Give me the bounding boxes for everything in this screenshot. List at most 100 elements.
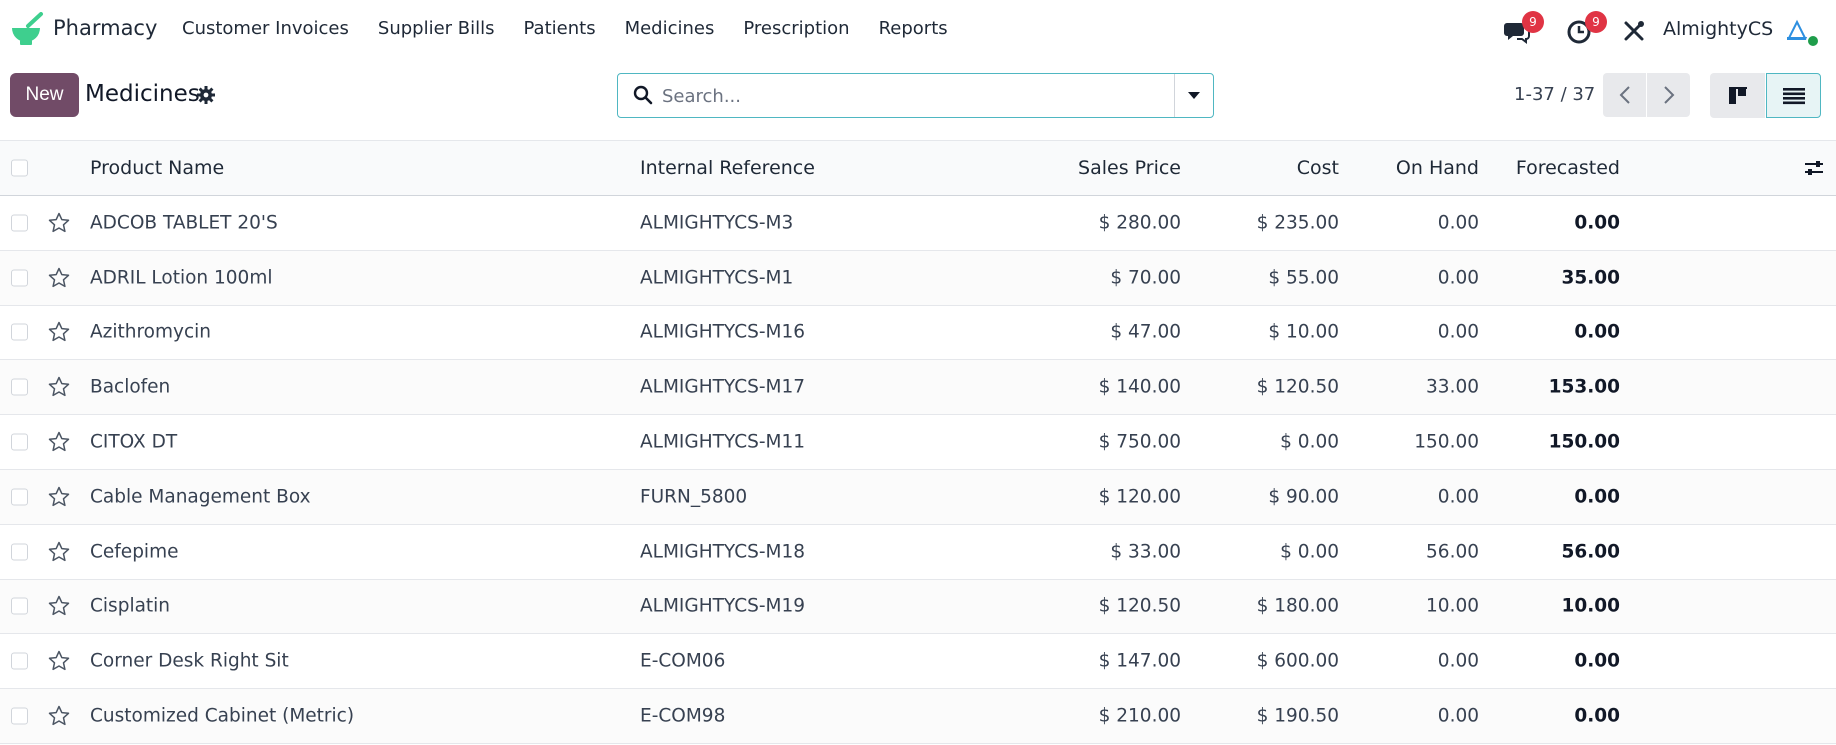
- page-title: Medicines: [85, 81, 200, 107]
- row-checkbox[interactable]: [11, 378, 28, 396]
- chevron-right-icon: [1663, 86, 1674, 104]
- cell-internal-reference: FURN_5800: [640, 486, 748, 508]
- cell-sales-price: $ 210.00: [1098, 705, 1181, 727]
- cell-forecasted: 0.00: [1574, 650, 1620, 672]
- search-input[interactable]: [662, 82, 1182, 110]
- cell-cost: $ 190.50: [1256, 705, 1339, 727]
- messages-button[interactable]: 9: [1503, 11, 1544, 48]
- cell-internal-reference: ALMIGHTYCS-M3: [640, 212, 794, 234]
- table-body: ADCOB TABLET 20'S ALMIGHTYCS-M3 $ 280.00 $ …: [0, 196, 1836, 744]
- cell-on-hand: 56.00: [1426, 541, 1479, 563]
- menu-supplier-bills[interactable]: Supplier Bills: [378, 18, 495, 39]
- activities-button[interactable]: 9: [1566, 11, 1607, 48]
- favorite-star-icon[interactable]: [47, 594, 71, 618]
- table-row[interactable]: Cefepime ALMIGHTYCS-M18 $ 33.00 $ 0.00 56.00…: [0, 524, 1836, 580]
- cell-forecasted: 35.00: [1561, 267, 1620, 289]
- activities-count-badge: 9: [1585, 11, 1607, 33]
- row-checkbox[interactable]: [11, 269, 28, 287]
- cell-internal-reference: ALMIGHTYCS-M16: [640, 321, 806, 343]
- favorite-star-icon[interactable]: [47, 266, 71, 290]
- kanban-view-button[interactable]: [1710, 73, 1765, 118]
- debug-tools-button[interactable]: [1622, 14, 1652, 48]
- table-row[interactable]: Azithromycin ALMIGHTYCS-M16 $ 47.00 $ 10.00…: [0, 305, 1836, 361]
- gear-icon[interactable]: [197, 86, 215, 104]
- column-header-sales-price[interactable]: Sales Price: [1078, 157, 1181, 179]
- tools-icon: [1624, 21, 1644, 41]
- cell-on-hand: 10.00: [1426, 595, 1479, 617]
- row-checkbox[interactable]: [11, 433, 28, 451]
- cell-on-hand: 150.00: [1414, 431, 1479, 453]
- row-checkbox[interactable]: [11, 707, 28, 725]
- pager-previous-button[interactable]: [1603, 73, 1646, 117]
- column-header-forecasted[interactable]: Forecasted: [1516, 157, 1620, 179]
- favorite-star-icon[interactable]: [47, 485, 71, 509]
- cell-cost: $ 90.00: [1268, 486, 1339, 508]
- cell-on-hand: 0.00: [1437, 486, 1479, 508]
- cell-sales-price: $ 70.00: [1110, 267, 1181, 289]
- pharmacy-mortar-icon[interactable]: [8, 12, 44, 48]
- cell-on-hand: 0.00: [1437, 705, 1479, 727]
- chevron-left-icon: [1619, 86, 1630, 104]
- optional-columns-icon[interactable]: [1802, 156, 1826, 180]
- row-checkbox[interactable]: [11, 214, 28, 232]
- menu-reports[interactable]: Reports: [879, 18, 948, 39]
- column-header-cost[interactable]: Cost: [1297, 157, 1339, 179]
- cell-internal-reference: ALMIGHTYCS-M18: [640, 541, 806, 563]
- favorite-star-icon[interactable]: [47, 649, 71, 673]
- favorite-star-icon[interactable]: [47, 704, 71, 728]
- new-button[interactable]: New: [10, 73, 79, 117]
- cell-forecasted: 0.00: [1574, 321, 1620, 343]
- caret-down-icon: [1188, 91, 1200, 99]
- row-checkbox[interactable]: [11, 543, 28, 561]
- cell-cost: $ 180.00: [1256, 595, 1339, 617]
- cell-forecasted: 153.00: [1548, 376, 1620, 398]
- table-row[interactable]: Cable Management Box FURN_5800 $ 120.00 $ 9…: [0, 469, 1836, 525]
- menu-patients[interactable]: Patients: [524, 18, 596, 39]
- row-checkbox[interactable]: [11, 323, 28, 341]
- column-header-internal-reference[interactable]: Internal Reference: [640, 157, 815, 179]
- cell-forecasted: 10.00: [1561, 595, 1620, 617]
- table-row[interactable]: ADCOB TABLET 20'S ALMIGHTYCS-M3 $ 280.00 $ …: [0, 196, 1836, 251]
- cell-product-name: Cisplatin: [90, 595, 171, 617]
- cell-internal-reference: E-COM98: [640, 705, 726, 727]
- favorite-star-icon[interactable]: [47, 430, 71, 454]
- cell-forecasted: 0.00: [1574, 705, 1620, 727]
- cell-on-hand: 0.00: [1437, 321, 1479, 343]
- cell-cost: $ 600.00: [1256, 650, 1339, 672]
- cell-on-hand: 0.00: [1437, 650, 1479, 672]
- table-row[interactable]: ADRIL Lotion 100ml ALMIGHTYCS-M1 $ 70.00 $ …: [0, 250, 1836, 306]
- table-row[interactable]: Cisplatin ALMIGHTYCS-M19 $ 120.50 $ 180.00 1…: [0, 579, 1836, 635]
- app-name[interactable]: Pharmacy: [53, 16, 157, 40]
- favorite-star-icon[interactable]: [47, 375, 71, 399]
- cell-forecasted: 0.00: [1574, 212, 1620, 234]
- column-header-on-hand[interactable]: On Hand: [1396, 157, 1479, 179]
- list-view-button[interactable]: [1766, 73, 1821, 118]
- cell-internal-reference: E-COM06: [640, 650, 726, 672]
- cell-product-name: Cefepime: [90, 541, 179, 563]
- table-row[interactable]: Customized Cabinet (Metric) E-COM98 $ 210.…: [0, 689, 1836, 744]
- menu-customer-invoices[interactable]: Customer Invoices: [182, 18, 349, 39]
- table-row[interactable]: Corner Desk Right Sit E-COM06 $ 147.00 $ 60…: [0, 634, 1836, 690]
- cell-on-hand: 0.00: [1437, 212, 1479, 234]
- cell-cost: $ 55.00: [1268, 267, 1339, 289]
- menu-prescription[interactable]: Prescription: [743, 18, 849, 39]
- company-switcher[interactable]: AlmightyCS: [1663, 18, 1773, 40]
- favorite-star-icon[interactable]: [47, 211, 71, 235]
- row-checkbox[interactable]: [11, 488, 28, 506]
- cell-product-name: CITOX DT: [90, 431, 178, 453]
- table-row[interactable]: CITOX DT ALMIGHTYCS-M11 $ 750.00 $ 0.00 150.…: [0, 415, 1836, 470]
- row-checkbox[interactable]: [11, 597, 28, 615]
- search-options-toggle[interactable]: [1174, 74, 1213, 117]
- table-row[interactable]: Baclofen ALMIGHTYCS-M17 $ 140.00 $ 120.50 33…: [0, 360, 1836, 416]
- cell-sales-price: $ 120.00: [1098, 486, 1181, 508]
- menu-medicines[interactable]: Medicines: [625, 18, 715, 39]
- pager-next-button[interactable]: [1647, 73, 1690, 117]
- row-checkbox[interactable]: [11, 652, 28, 670]
- favorite-star-icon[interactable]: [47, 540, 71, 564]
- cell-product-name: Corner Desk Right Sit: [90, 650, 289, 672]
- select-all-checkbox[interactable]: [11, 159, 28, 177]
- favorite-star-icon[interactable]: [47, 320, 71, 344]
- top-navbar: Pharmacy Customer Invoices Supplier Bill…: [0, 0, 1836, 61]
- column-header-product-name[interactable]: Product Name: [90, 157, 224, 179]
- pager-value[interactable]: 1-37 / 37: [1514, 84, 1595, 105]
